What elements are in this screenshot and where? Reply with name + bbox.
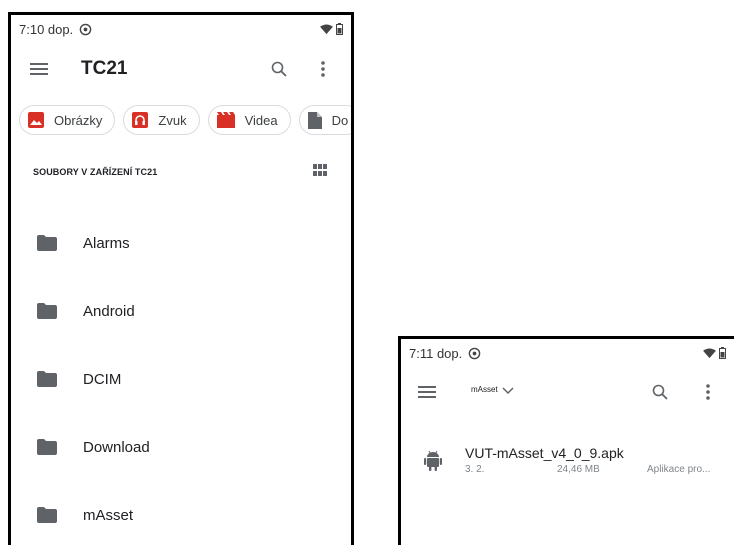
folder-item-android[interactable]: Android <box>11 277 351 345</box>
file-info: VUT-mAsset_v4_0_9.apk 3. 2. 24,46 MB Apl… <box>465 445 710 475</box>
phone-screen-masset-folder: 7:11 dop. mAsset VUT-mAsset_v4_0_9.apk 3… <box>398 336 734 545</box>
status-bar: 7:11 dop. <box>401 339 734 367</box>
search-icon[interactable] <box>263 53 295 85</box>
page-title: TC21 <box>81 58 128 79</box>
chip-label: Zvuk <box>158 112 187 128</box>
folder-icon <box>37 507 59 523</box>
chevron-down-icon <box>502 387 514 397</box>
folder-name: Download <box>83 438 150 456</box>
wifi-icon <box>320 23 333 35</box>
folder-icon <box>37 235 59 251</box>
headphones-icon <box>132 112 149 128</box>
at-sign-icon <box>79 23 92 36</box>
section-header: SOUBORY V ZAŘÍZENÍ TC21 <box>11 163 351 181</box>
folder-name: DCIM <box>83 370 122 388</box>
folder-list: Alarms Android DCIM Download mAsset <box>11 209 351 545</box>
chip-documents[interactable]: Do <box>298 105 351 135</box>
app-bar: TC21 <box>11 43 351 95</box>
folder-name: Android <box>83 302 135 320</box>
menu-icon[interactable] <box>411 376 443 408</box>
folder-icon <box>37 371 59 387</box>
status-bar: 7:10 dop. <box>11 15 351 43</box>
file-type: Aplikace pro... <box>647 464 711 475</box>
file-meta: 3. 2. 24,46 MB Aplikace pro... <box>465 464 710 475</box>
category-chips: Obrázky Zvuk Videa Do <box>11 95 351 135</box>
image-icon <box>28 112 44 128</box>
more-options-icon[interactable] <box>692 376 724 408</box>
chip-images[interactable]: Obrázky <box>19 105 116 135</box>
page-title: mAsset <box>471 384 498 394</box>
folder-icon <box>37 439 59 455</box>
folder-title-dropdown[interactable]: mAsset <box>471 381 514 397</box>
chip-label: Videa <box>244 112 278 128</box>
wifi-icon <box>703 347 716 359</box>
file-size: 24,46 MB <box>557 464 600 475</box>
folder-item-masset[interactable]: mAsset <box>11 481 351 545</box>
section-label: SOUBORY V ZAŘÍZENÍ TC21 <box>33 167 158 177</box>
phone-screen-files: 7:10 dop. TC21 Obrázky Zvuk Videa Do SOU… <box>8 12 354 545</box>
app-bar: mAsset <box>401 367 734 417</box>
document-icon <box>307 111 322 129</box>
folder-item-alarms[interactable]: Alarms <box>11 209 351 277</box>
folder-name: mAsset <box>83 506 134 524</box>
chip-label: Obrázky <box>54 112 103 128</box>
battery-icon <box>719 347 726 359</box>
chip-videos[interactable]: Videa <box>207 105 291 135</box>
grid-view-icon[interactable] <box>313 163 327 181</box>
folder-item-download[interactable]: Download <box>11 413 351 481</box>
folder-name: Alarms <box>83 234 130 252</box>
status-time: 7:10 dop. <box>19 21 74 37</box>
chip-audio[interactable]: Zvuk <box>123 105 200 135</box>
folder-icon <box>37 303 59 319</box>
movie-icon <box>216 112 235 128</box>
status-time: 7:11 dop. <box>409 345 463 361</box>
folder-item-dcim[interactable]: DCIM <box>11 345 351 413</box>
file-date: 3. 2. <box>465 464 485 475</box>
android-icon <box>423 449 443 471</box>
menu-icon[interactable] <box>23 53 55 85</box>
chip-label: Do <box>331 112 349 128</box>
file-item[interactable]: VUT-mAsset_v4_0_9.apk 3. 2. 24,46 MB Apl… <box>401 417 734 475</box>
search-icon[interactable] <box>644 376 676 408</box>
at-sign-icon <box>468 347 481 360</box>
more-options-icon[interactable] <box>307 53 339 85</box>
battery-icon <box>336 23 343 35</box>
file-name: VUT-mAsset_v4_0_9.apk <box>465 445 624 461</box>
